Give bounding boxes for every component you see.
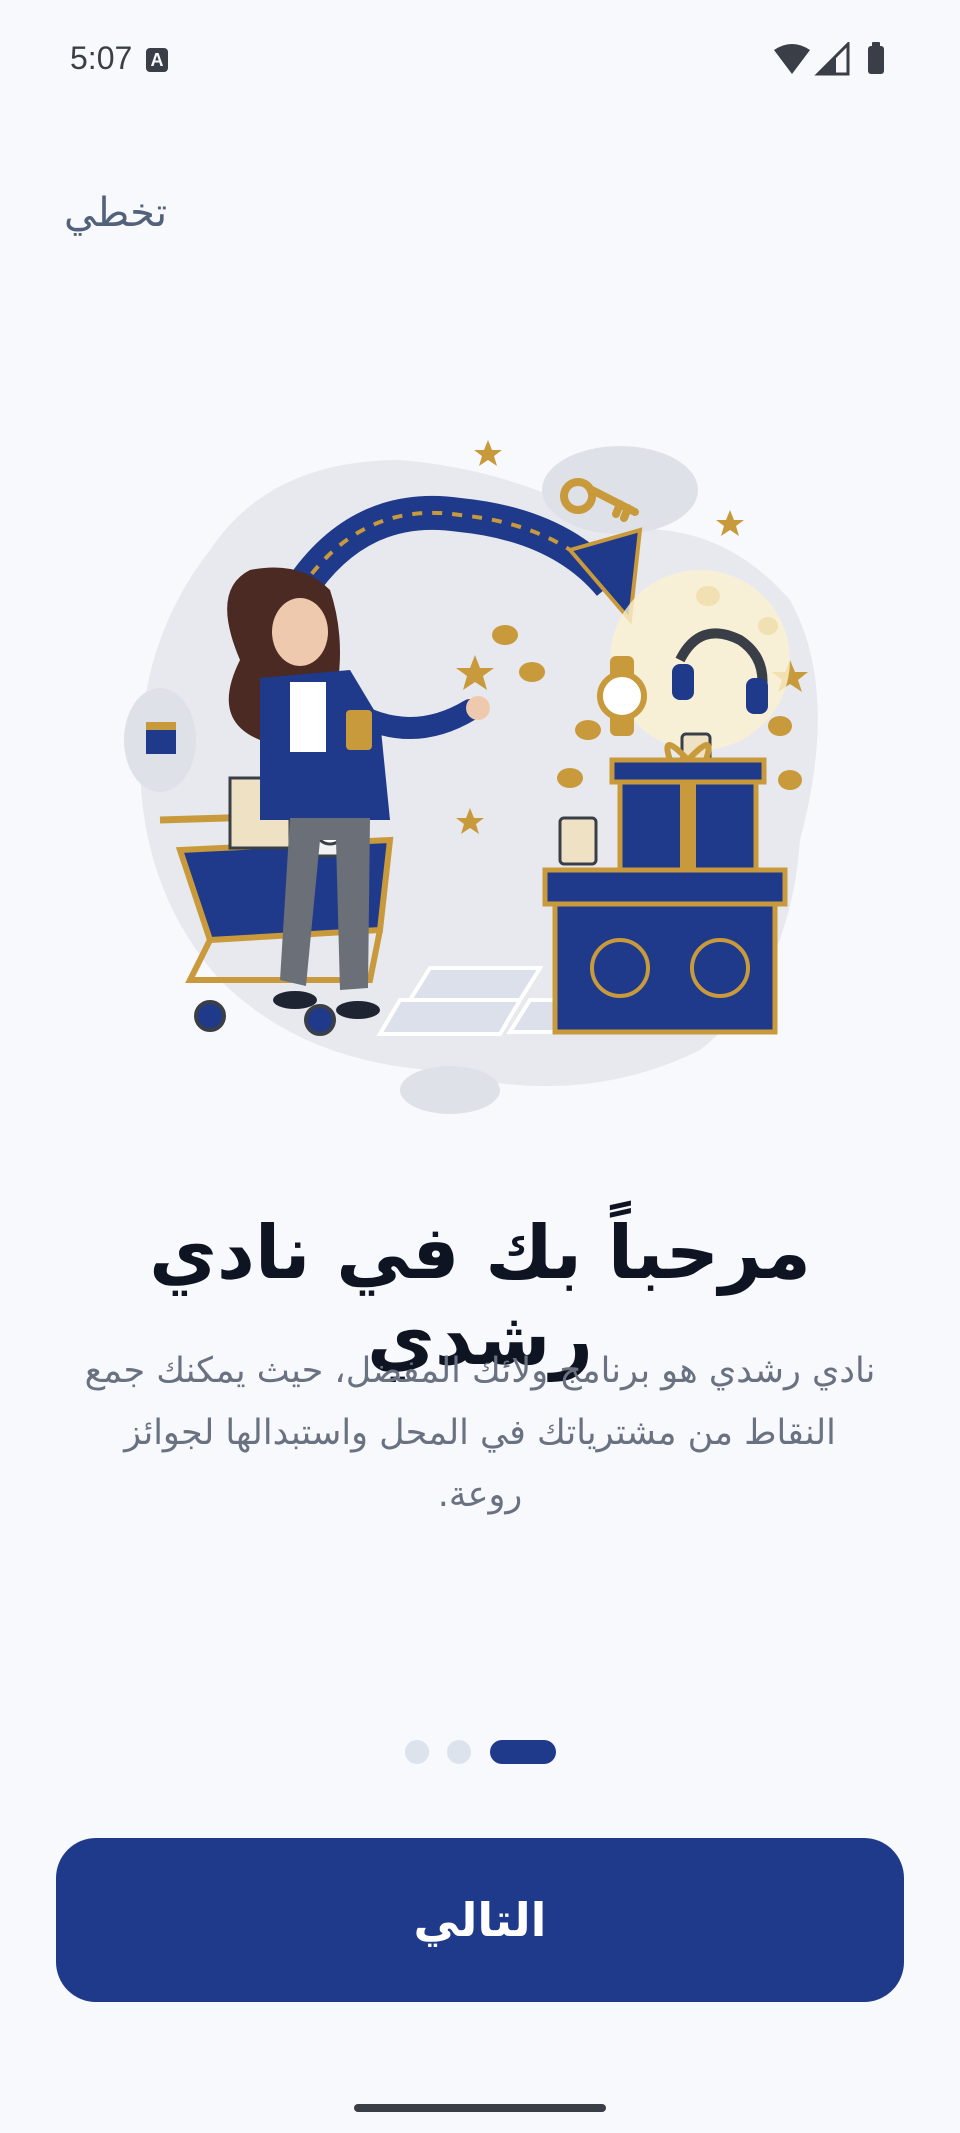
page-indicator [0,1740,960,1766]
onboarding-description: نادي رشدي هو برنامج ولائك المفضل، حيث يم… [84,1351,876,1515]
treasure-chest-icon [542,867,788,1035]
wifi-icon [774,44,810,74]
onboarding-illustration [124,440,818,1114]
bottom-bubble [400,1066,500,1114]
battery-icon [868,46,884,74]
page-dot [447,1740,471,1764]
status-bar: 5:07 A [0,0,960,120]
skip-button[interactable]: تخطي [64,190,167,236]
notification-badge-icon: A [146,48,168,72]
page-dot [405,1740,429,1764]
page-dot-active [490,1740,556,1764]
status-time: 5:07 [70,40,133,76]
status-icons [774,42,884,76]
small-gift-icon [146,728,176,754]
home-indicator[interactable] [354,2104,606,2112]
next-button[interactable]: التالي [56,1838,904,2002]
gift-box-icon [609,742,767,873]
